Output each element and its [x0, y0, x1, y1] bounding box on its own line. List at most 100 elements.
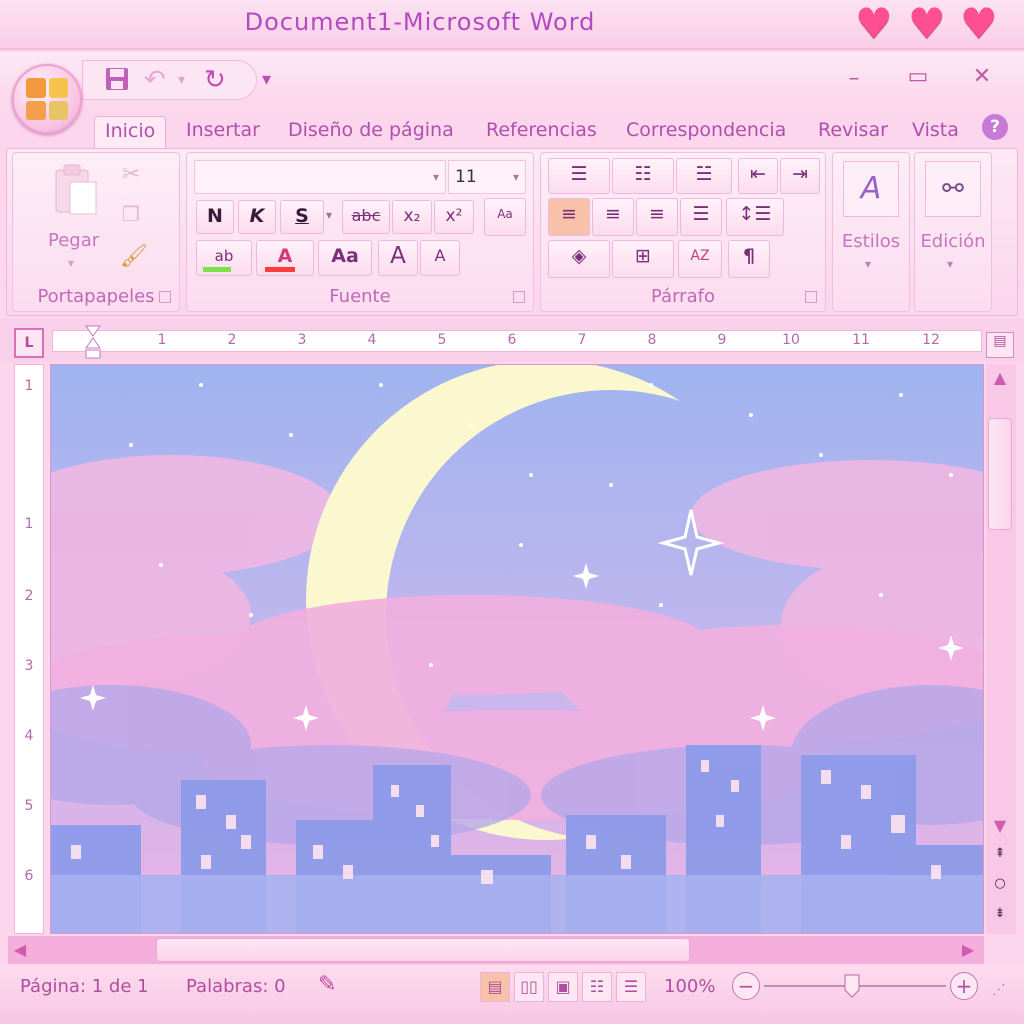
underline-button[interactable]: S — [280, 200, 324, 234]
view-ruler-icon[interactable]: ▤ — [986, 332, 1014, 358]
cut-icon[interactable]: ✂ — [122, 162, 140, 187]
align-center-button[interactable]: ≡ — [592, 198, 634, 236]
undo-icon[interactable]: ↶ — [144, 66, 166, 94]
highlight-button[interactable]: ab — [196, 240, 252, 276]
zoom-out-button[interactable]: − — [732, 972, 760, 1000]
editing-label: Edición — [920, 231, 986, 252]
browse-object-icon[interactable]: ○ — [988, 876, 1012, 891]
shrink-font-button[interactable]: A — [420, 240, 460, 276]
sort-button[interactable]: AZ — [678, 240, 722, 278]
bold-button[interactable]: N — [196, 200, 234, 234]
italic-button[interactable]: K — [238, 200, 276, 234]
subscript-button[interactable]: x₂ — [392, 200, 432, 234]
styles-icon: A — [843, 161, 899, 217]
clear-formatting-button[interactable]: Aa — [484, 198, 526, 236]
ruler-mark: 2 — [227, 332, 237, 348]
grow-font-button[interactable]: A — [378, 240, 418, 276]
zoom-slider-thumb[interactable] — [844, 974, 860, 998]
ruler-mark: 6 — [507, 332, 517, 348]
scroll-right-icon[interactable]: ▶ — [956, 940, 980, 959]
document-page[interactable] — [50, 364, 984, 934]
chevron-down-icon: ▾ — [432, 170, 439, 184]
proofing-icon[interactable]: ✎ — [318, 972, 336, 997]
paste-icon[interactable] — [48, 162, 104, 222]
ruler-mark: 3 — [24, 658, 34, 674]
scroll-left-icon[interactable]: ◀ — [8, 940, 32, 959]
scroll-down-icon[interactable]: ▼ — [988, 816, 1012, 835]
help-button[interactable]: ? — [982, 114, 1008, 140]
ruler-mark: 4 — [367, 332, 377, 348]
ruler-mark: 5 — [437, 332, 447, 348]
page-count[interactable]: Página: 1 de 1 — [20, 976, 149, 997]
ruler-mark: 2 — [24, 588, 34, 604]
chevron-down-icon: ▾ — [865, 257, 872, 271]
tab-inicio[interactable]: Inicio — [94, 116, 167, 148]
heart-icon: ♥ — [855, 0, 893, 48]
superscript-button[interactable]: x² — [434, 200, 474, 234]
word-count[interactable]: Palabras: 0 — [186, 976, 286, 997]
full-screen-reading-button[interactable]: ▯▯ — [514, 972, 544, 1002]
indent-marker-icon[interactable] — [84, 324, 102, 360]
close-button[interactable]: ✕ — [962, 64, 1002, 89]
redo-icon[interactable]: ↻ — [204, 66, 226, 94]
tab-selector[interactable]: L — [14, 328, 44, 358]
next-page-icon[interactable]: ⇟ — [988, 906, 1012, 921]
zoom-level[interactable]: 100% — [664, 976, 715, 997]
font-color-button[interactable]: A — [256, 240, 314, 276]
minimize-button[interactable]: – — [834, 66, 874, 91]
multilevel-list-button[interactable]: ☱ — [676, 158, 732, 194]
change-case-button[interactable]: Aa — [318, 240, 372, 276]
group-editing[interactable]: ⚯ Edición ▾ — [914, 152, 992, 312]
group-label: Párrafo — [651, 286, 715, 307]
strikethrough-button[interactable]: abc — [342, 200, 390, 234]
borders-button[interactable]: ⊞ — [612, 240, 674, 278]
maximize-button[interactable]: ▭ — [898, 64, 938, 89]
undo-dropdown-icon[interactable]: ▾ — [178, 66, 185, 94]
group-styles[interactable]: A Estilos ▾ — [832, 152, 910, 312]
tab-diseno-de-pagina[interactable]: Diseño de página — [288, 116, 454, 148]
format-painter-icon[interactable]: 🖌 — [120, 244, 148, 269]
tab-revisar[interactable]: Revisar — [818, 116, 888, 148]
underline-dropdown-icon[interactable]: ▾ — [326, 208, 332, 222]
office-logo-icon — [26, 78, 68, 120]
print-layout-view-button[interactable]: ▤ — [480, 972, 510, 1002]
paste-dropdown-icon[interactable]: ▾ — [68, 256, 74, 270]
tab-insertar[interactable]: Insertar — [186, 116, 260, 148]
previous-page-icon[interactable]: ⇞ — [988, 846, 1012, 861]
tab-vista[interactable]: Vista — [912, 116, 959, 148]
outline-view-button[interactable]: ☷ — [582, 972, 612, 1002]
numbering-button[interactable]: ☷ — [612, 158, 674, 194]
increase-indent-button[interactable]: ⇥ — [780, 158, 820, 194]
ruler-mark: 8 — [647, 332, 657, 348]
customize-qat-icon[interactable]: ▾ — [262, 66, 271, 94]
font-size-combo[interactable]: 11 ▾ — [448, 160, 526, 194]
vertical-scroll-thumb[interactable] — [988, 418, 1012, 530]
zoom-in-button[interactable]: + — [950, 972, 978, 1000]
horizontal-scroll-thumb[interactable] — [156, 938, 690, 962]
resize-grip-icon[interactable]: ⋰ — [992, 982, 1006, 998]
bullets-button[interactable]: ☰ — [548, 158, 610, 194]
ruler-mark: 1 — [24, 378, 34, 394]
ruler-mark: 3 — [297, 332, 307, 348]
show-marks-button[interactable]: ¶ — [728, 240, 770, 278]
ruler-mark: 1 — [157, 332, 167, 348]
dialog-launcher-icon[interactable] — [805, 291, 817, 303]
paste-label[interactable]: Pegar — [48, 230, 99, 251]
dialog-launcher-icon[interactable] — [159, 291, 171, 303]
justify-button[interactable]: ☰ — [680, 198, 722, 236]
decrease-indent-button[interactable]: ⇤ — [738, 158, 778, 194]
web-layout-button[interactable]: ▣ — [548, 972, 578, 1002]
tab-correspondencia[interactable]: Correspondencia — [626, 116, 786, 148]
copy-icon[interactable]: ❐ — [122, 202, 140, 226]
line-spacing-button[interactable]: ↕☰ — [726, 198, 784, 236]
shading-button[interactable]: ◈ — [548, 240, 610, 278]
save-icon[interactable] — [104, 66, 130, 92]
draft-view-button[interactable]: ☰ — [616, 972, 646, 1002]
align-left-button[interactable]: ≡ — [548, 198, 590, 236]
vertical-ruler[interactable] — [14, 364, 44, 934]
font-name-combo[interactable]: ▾ — [194, 160, 446, 194]
scroll-up-icon[interactable]: ▲ — [988, 368, 1012, 387]
dialog-launcher-icon[interactable] — [513, 291, 525, 303]
align-right-button[interactable]: ≡ — [636, 198, 678, 236]
tab-referencias[interactable]: Referencias — [486, 116, 597, 148]
